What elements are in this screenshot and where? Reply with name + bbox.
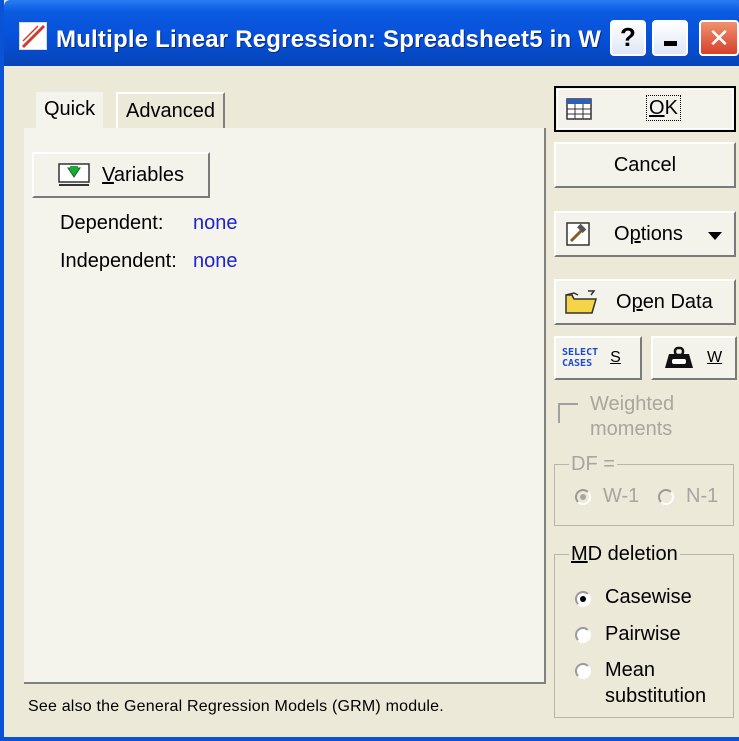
df-group-title: DF = xyxy=(569,452,617,476)
window-title: Multiple Linear Regression: Spreadsheet5… xyxy=(56,26,602,53)
open-data-button-label: Open Data xyxy=(616,290,713,313)
grm-footer-note: See also the General Regression Models (… xyxy=(28,698,444,715)
weight-hotkey: W xyxy=(707,349,723,366)
open-data-button[interactable]: Open Data xyxy=(554,279,736,325)
independent-label: Independent: xyxy=(60,250,177,272)
weighted-moments-checkbox[interactable] xyxy=(558,403,578,423)
regression-app-icon xyxy=(19,22,47,50)
weight-button[interactable]: W xyxy=(651,336,737,380)
select-cases-hotkey: S xyxy=(610,349,621,366)
help-button[interactable]: ? xyxy=(610,20,646,56)
pairwise-radio[interactable] xyxy=(575,627,591,643)
variables-button-label: Variables xyxy=(102,163,184,186)
dependent-value: none xyxy=(193,212,238,234)
dialog-window: Multiple Linear Regression: Spreadsheet5… xyxy=(0,0,739,741)
df-n1-label: N-1 xyxy=(686,485,719,507)
mean-substitution-label: Mean xyxy=(605,659,656,681)
select-cases-button[interactable]: SELECT CASES S xyxy=(554,336,642,380)
mean-substitution-radio[interactable] xyxy=(575,663,591,679)
md-deletion-title: MD deletion xyxy=(569,542,680,566)
casewise-radio[interactable] xyxy=(575,591,591,607)
minimize-icon xyxy=(664,41,677,46)
independent-value: none xyxy=(193,250,238,272)
ok-button[interactable]: OK xyxy=(554,86,736,132)
options-button[interactable]: Options xyxy=(554,211,736,257)
df-w1-radio[interactable] xyxy=(575,489,591,505)
options-button-label: Options xyxy=(614,222,683,245)
mean-substitution-label-line2: substitution xyxy=(605,685,707,707)
chevron-down-icon xyxy=(708,232,722,240)
df-n1-radio[interactable] xyxy=(658,489,674,505)
variables-button[interactable]: Variables xyxy=(32,152,210,198)
md-deletion-group: MD deletion Casewise Pairwise Mean subst… xyxy=(554,542,734,718)
dependent-label: Dependent: xyxy=(60,212,164,234)
weighted-moments-label: Weighted moments xyxy=(590,393,675,440)
options-tools-icon xyxy=(566,222,590,246)
df-w1-label: W-1 xyxy=(603,485,640,507)
pairwise-label: Pairwise xyxy=(605,623,681,645)
ok-button-label: OK xyxy=(646,95,681,121)
tab-quick[interactable]: Quick xyxy=(36,92,104,128)
select-cases-icon: SELECT CASES xyxy=(562,347,599,369)
casewise-label: Casewise xyxy=(605,586,692,608)
weight-icon xyxy=(665,346,693,368)
df-group: DF = W-1 N-1 xyxy=(554,452,734,526)
close-button[interactable]: ✕ xyxy=(699,20,739,56)
title-bar[interactable]: Multiple Linear Regression: Spreadsheet5… xyxy=(4,0,739,66)
summary-table-icon xyxy=(566,98,592,120)
minimize-button[interactable] xyxy=(652,20,688,56)
variables-icon xyxy=(58,163,90,186)
tab-advanced[interactable]: Advanced xyxy=(116,92,225,128)
cancel-button[interactable]: Cancel xyxy=(554,142,736,188)
dialog-client-area: Quick Advanced Variables Dependent: none… xyxy=(8,66,739,737)
folder-open-icon xyxy=(565,290,597,314)
